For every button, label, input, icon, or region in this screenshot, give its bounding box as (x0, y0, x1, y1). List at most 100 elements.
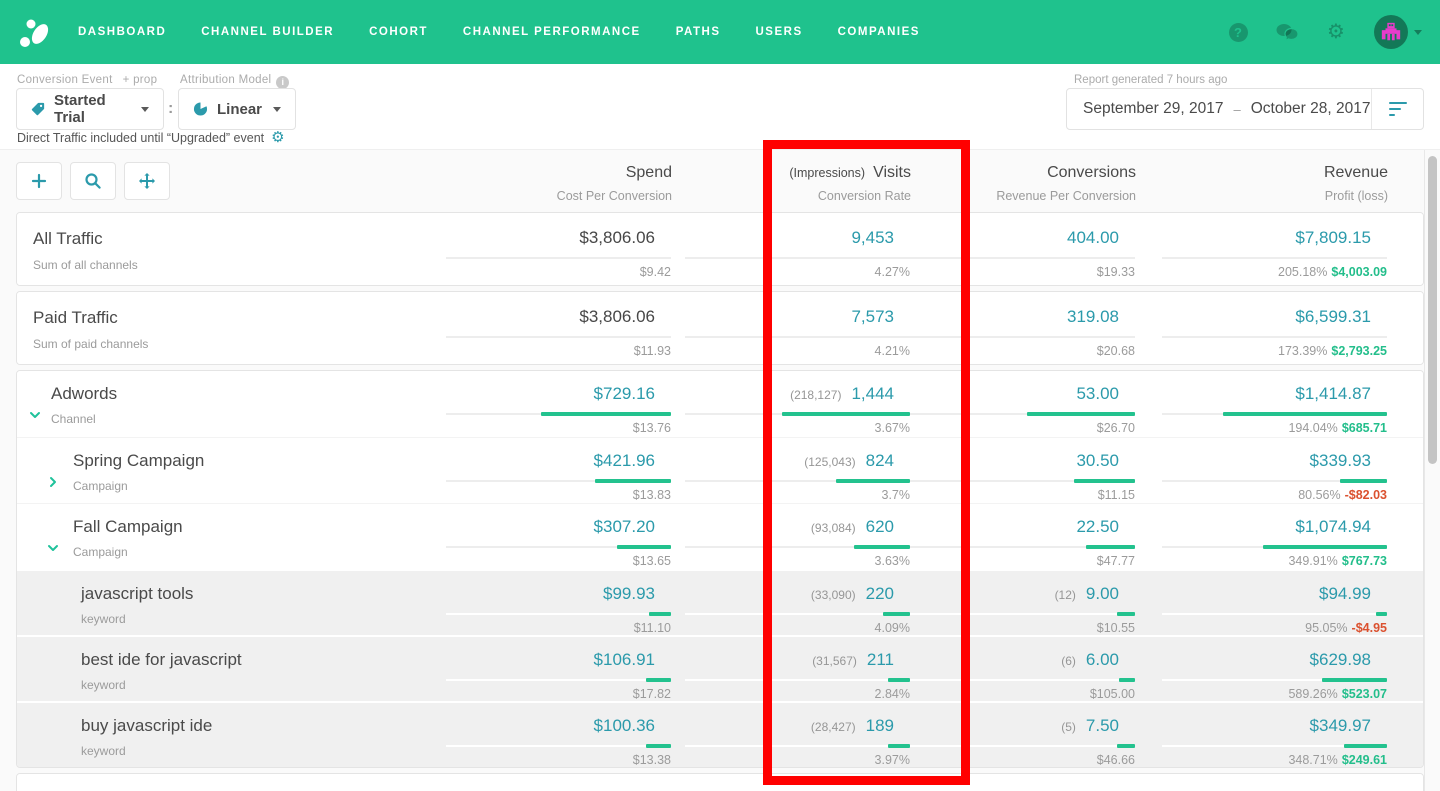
row-title: best ide for javascript (81, 650, 242, 670)
conversion-event-dropdown[interactable]: Started Trial (16, 88, 164, 130)
profit-value: $4,003.09 (1331, 265, 1387, 279)
conversions-value[interactable]: 30.50 (1076, 451, 1119, 470)
bar-fill (649, 612, 672, 616)
spend-value[interactable]: $100.36 (594, 716, 655, 735)
user-menu[interactable] (1374, 15, 1422, 49)
revenue-value[interactable]: $629.98 (1310, 650, 1371, 669)
filter-icon[interactable] (1371, 89, 1423, 129)
conversions-value[interactable]: 9.00 (1086, 584, 1119, 603)
cell-conversions: 22.50 $47.77 (910, 516, 1135, 568)
cell-sub: 3.67% (685, 421, 910, 435)
cell-revenue: $94.99 95.05%-$4.95 (1162, 583, 1387, 635)
bar-fill (782, 412, 910, 416)
bar-track (685, 257, 910, 259)
profit-value: $767.73 (1342, 554, 1387, 568)
bar-fill (1117, 612, 1135, 616)
bar-fill (617, 545, 671, 549)
scrollbar-track[interactable] (1424, 150, 1440, 791)
spend-value[interactable]: $729.16 (594, 384, 655, 403)
cell-sub: $13.38 (446, 753, 671, 767)
bar-fill (888, 678, 911, 682)
nav-item-companies[interactable]: COMPANIES (838, 26, 920, 38)
caret-down-icon (141, 107, 149, 112)
conversions-value[interactable]: 404.00 (1067, 228, 1119, 247)
profit-value: $523.07 (1342, 687, 1387, 701)
cell-sub: 4.27% (685, 265, 910, 279)
profit-value: -$82.03 (1345, 488, 1387, 502)
profit-pct: 589.26% (1288, 687, 1337, 701)
app-logo-icon[interactable] (18, 15, 52, 49)
cell-conversions: 404.00 $19.33 (910, 227, 1135, 279)
cell-visits: 9,453 4.27% (685, 227, 910, 279)
filter-bar: Conversion Event+ prop Started Trial : A… (0, 64, 1440, 150)
row-type-label: Campaign (73, 479, 128, 493)
row-title: Adwords (51, 384, 117, 404)
cell-visits: (28,427)189 3.97% (685, 715, 910, 767)
revenue-value[interactable]: $6,599.31 (1295, 307, 1371, 326)
revenue-value[interactable]: $1,074.94 (1295, 517, 1371, 536)
conversions-value[interactable]: 22.50 (1076, 517, 1119, 536)
revenue-value[interactable]: $349.97 (1310, 716, 1371, 735)
date-range-picker[interactable]: September 29, 2017 – October 28, 2017 (1066, 88, 1424, 130)
attribution-model-dropdown[interactable]: Linear (178, 88, 296, 130)
profit-pct: 194.04% (1288, 421, 1337, 435)
table-row: buy javascript ide keyword $100.36 $13.3… (17, 701, 1423, 767)
visits-value[interactable]: 211 (867, 650, 894, 669)
visits-value[interactable]: 9,453 (851, 228, 894, 247)
conversion-event-label: Conversion Event+ prop (17, 74, 157, 86)
bar-track (1162, 480, 1387, 482)
nav-item-channel-builder[interactable]: CHANNEL BUILDER (201, 26, 334, 38)
report-generated-label: Report generated 7 hours ago (1074, 74, 1227, 86)
revenue-value[interactable]: $7,809.15 (1295, 228, 1371, 247)
spend-value[interactable]: $106.91 (594, 650, 655, 669)
add-prop-button[interactable]: + prop (123, 74, 158, 86)
scrollbar-thumb[interactable] (1428, 156, 1437, 464)
visits-value[interactable]: 620 (866, 517, 894, 536)
conversions-value[interactable]: 6.00 (1086, 650, 1119, 669)
nav-item-users[interactable]: USERS (756, 26, 803, 38)
profit-pct: 205.18% (1278, 265, 1327, 279)
bar-fill (646, 744, 671, 748)
chat-icon[interactable] (1276, 21, 1298, 43)
visits-value[interactable]: 824 (866, 451, 894, 470)
cell-visits: (31,567)211 2.84% (685, 649, 910, 701)
help-icon[interactable]: ? (1227, 21, 1249, 43)
profit-pct: 173.39% (1278, 344, 1327, 358)
visits-value[interactable]: 220 (866, 584, 894, 603)
cell-spend: $106.91 $17.82 (446, 649, 671, 701)
cell-sub: 4.21% (685, 344, 910, 358)
revenue-value[interactable]: $94.99 (1319, 584, 1371, 603)
nav-item-dashboard[interactable]: DASHBOARD (78, 26, 166, 38)
bar-fill (1340, 479, 1387, 483)
profit-pct: 349.91% (1288, 554, 1337, 568)
nav-item-cohort[interactable]: COHORT (369, 26, 428, 38)
chevron-right-icon[interactable] (47, 475, 59, 487)
chevron-down-icon[interactable] (47, 541, 59, 553)
spend-value[interactable]: $421.96 (594, 451, 655, 470)
note-settings-gear-icon[interactable]: ⚙ (271, 130, 284, 145)
visits-value[interactable]: 7,573 (851, 307, 894, 326)
profit-pct: 95.05% (1305, 621, 1347, 635)
conversions-value[interactable]: 7.50 (1086, 716, 1119, 735)
revenue-value[interactable]: $1,414.87 (1295, 384, 1371, 403)
table-row: Fall Campaign Campaign $307.20 $13.65 (9… (17, 503, 1423, 569)
visits-value[interactable]: 189 (866, 716, 894, 735)
conversions-value[interactable]: 53.00 (1076, 384, 1119, 403)
visits-value[interactable]: 1,444 (851, 384, 894, 403)
cell-spend: $100.36 $13.38 (446, 715, 671, 767)
bar-track (910, 679, 1135, 681)
revenue-value[interactable]: $339.93 (1310, 451, 1371, 470)
bar-fill (1376, 612, 1387, 616)
nav-item-channel-performance[interactable]: CHANNEL PERFORMANCE (463, 26, 641, 38)
row-title: javascript tools (81, 584, 193, 604)
spend-value[interactable]: $99.93 (603, 584, 655, 603)
conversions-value[interactable]: 319.08 (1067, 307, 1119, 326)
chevron-down-icon[interactable] (29, 408, 41, 420)
date-separator: – (1233, 102, 1240, 117)
cell-sub: $11.10 (446, 621, 671, 635)
nav-item-paths[interactable]: PATHS (676, 26, 721, 38)
gear-icon[interactable]: ⚙ (1325, 21, 1347, 43)
spend-value[interactable]: $307.20 (594, 517, 655, 536)
cell-spend: $729.16 $13.76 (446, 383, 671, 435)
bar-fill (1223, 412, 1387, 416)
